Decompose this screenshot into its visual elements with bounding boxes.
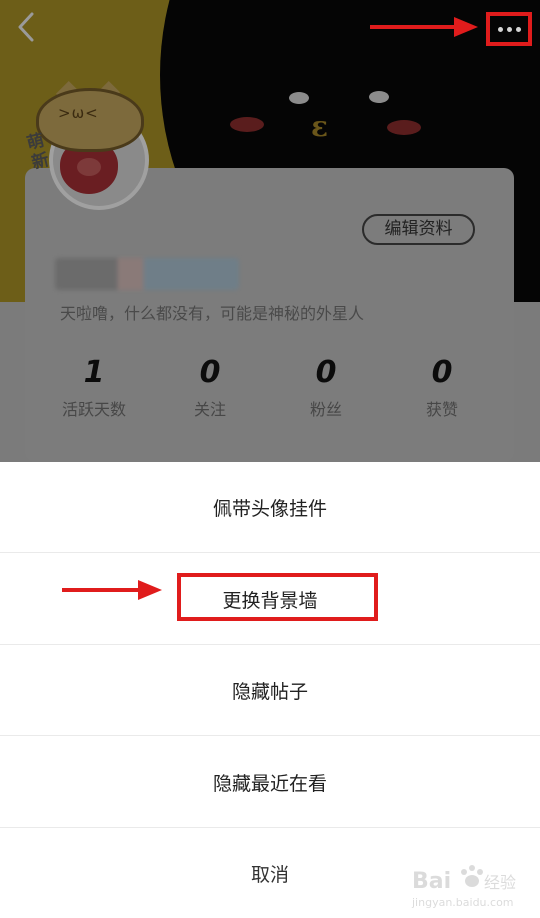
profile-bio: 天啦噜，什么都没有，可能是神秘的外星人: [60, 304, 365, 323]
stat-value: 1: [83, 355, 105, 390]
action-sheet: 佩带头像挂件 更换背景墙 隐藏帖子 隐藏最近在看 取消: [0, 462, 540, 918]
stat-value: 0: [315, 355, 337, 390]
pendant-cat-face: >ω<: [58, 104, 99, 122]
stat-likes[interactable]: 0 获赞: [387, 355, 497, 420]
more-dots-icon: [497, 26, 503, 32]
svg-text:经验: 经验: [484, 873, 516, 892]
character-cheek-right: [387, 120, 421, 135]
character-eye-left: [289, 92, 309, 104]
baidu-watermark: Bai 经验 jingyan.baidu.com: [410, 860, 530, 910]
character-mouth: ε: [311, 110, 329, 143]
sheet-item-wear-avatar-pendant[interactable]: 佩带头像挂件: [0, 462, 540, 553]
back-button[interactable]: [14, 10, 46, 46]
character-cheek-left: [230, 117, 264, 132]
sheet-item-hide-posts[interactable]: 隐藏帖子: [0, 645, 540, 736]
svg-text:Bai: Bai: [412, 869, 451, 894]
more-dot: [515, 26, 521, 32]
stat-active-days[interactable]: 1 活跃天数: [39, 355, 149, 420]
avatar-pig-nose: [77, 158, 101, 176]
chevron-left-icon: [18, 12, 34, 42]
stat-value: 0: [199, 355, 221, 390]
stat-label: 关注: [193, 400, 226, 419]
more-options-button[interactable]: [486, 12, 532, 46]
red-arrow-icon: [62, 580, 162, 600]
character-eye-right: [369, 91, 389, 103]
stat-label: 活跃天数: [61, 400, 126, 419]
sheet-item-hide-recently-viewed[interactable]: 隐藏最近在看: [0, 737, 540, 828]
stat-followers[interactable]: 0 粉丝: [271, 355, 381, 420]
svg-text:jingyan.baidu.com: jingyan.baidu.com: [411, 896, 514, 909]
stat-label: 粉丝: [309, 400, 342, 419]
profile-screen: ε >ω< 萌新 编辑资料 天啦噜，什么都没有，可能是神秘的外星人 1 活跃天数…: [0, 0, 540, 918]
stat-value: 0: [431, 355, 453, 390]
red-arrow-icon: [370, 17, 478, 37]
stat-label: 获赞: [425, 400, 458, 419]
stat-following[interactable]: 0 关注: [155, 355, 265, 420]
paw-icon: Bai 经验 jingyan.baidu.com: [411, 865, 516, 909]
more-dot: [506, 26, 512, 32]
edit-profile-button[interactable]: 编辑资料: [362, 214, 475, 245]
username-blurred: [55, 258, 239, 290]
